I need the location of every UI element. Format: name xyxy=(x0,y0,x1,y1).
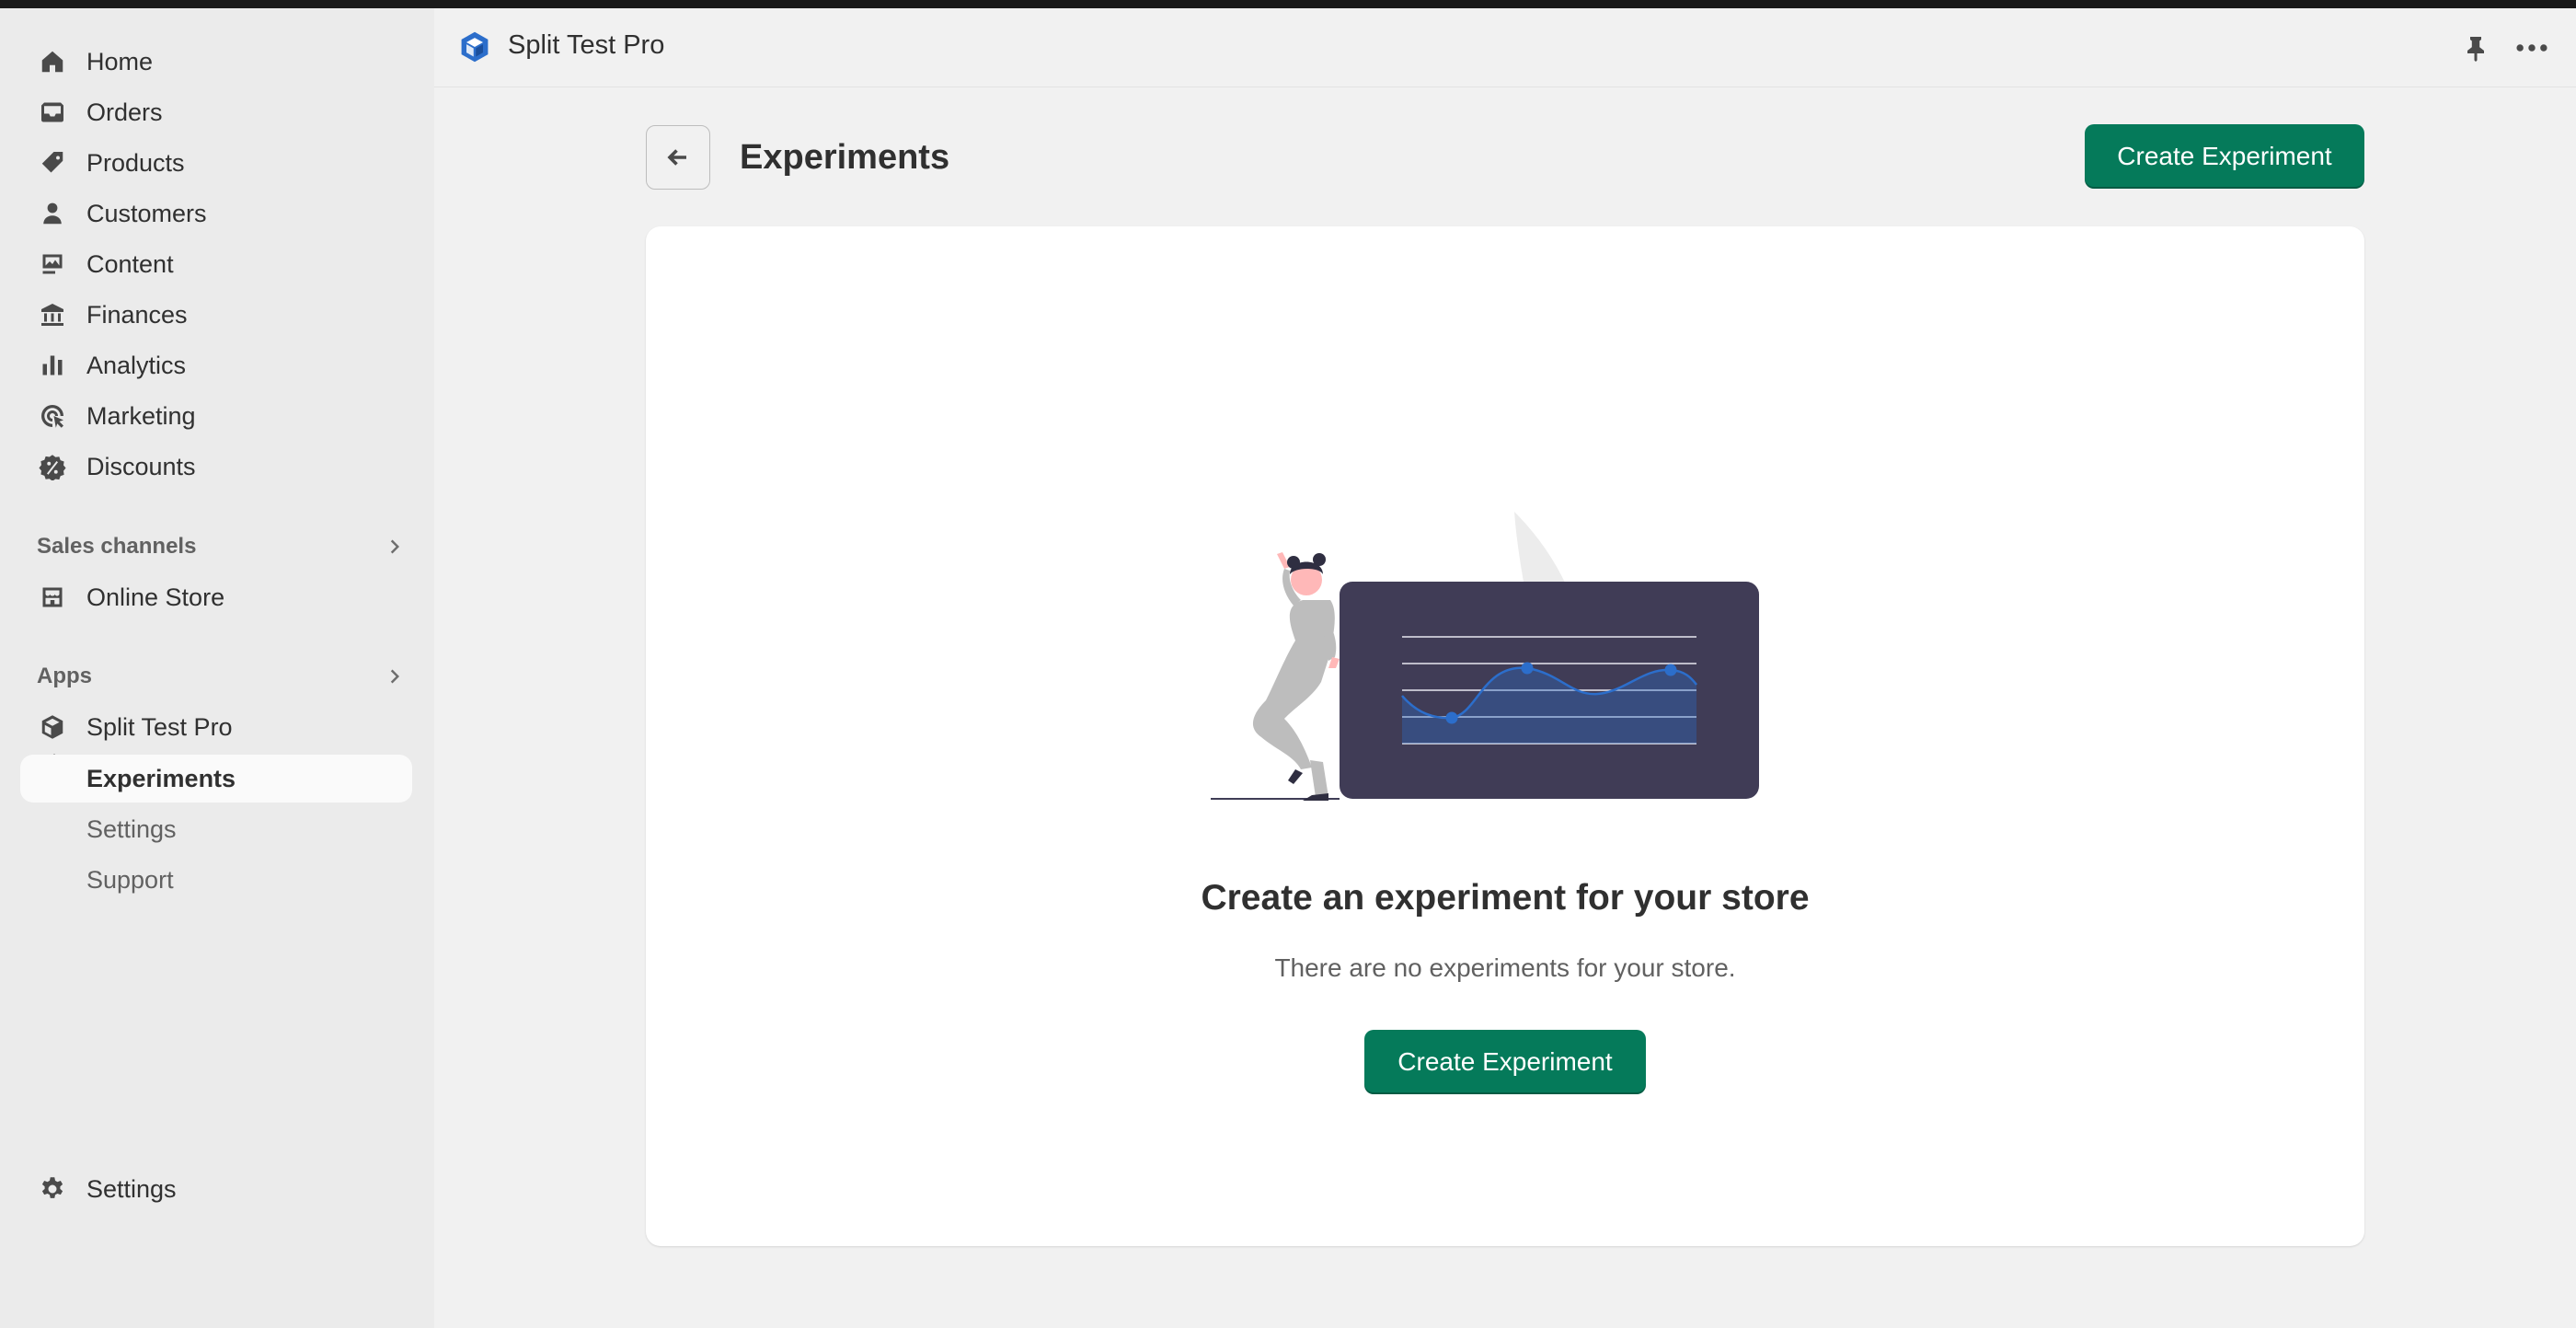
top-edge-bar xyxy=(0,0,2576,8)
empty-state-create-experiment-button[interactable]: Create Experiment xyxy=(1364,1030,1646,1094)
empty-state-heading: Create an experiment for your store xyxy=(1201,878,1810,918)
sidebar-item-label: Experiments xyxy=(86,764,236,792)
back-button[interactable] xyxy=(646,125,710,190)
app-title: Split Test Pro xyxy=(508,30,665,60)
apps-header[interactable]: Apps xyxy=(37,658,405,695)
app-cube-icon xyxy=(39,713,66,741)
sidebar-item-label: Analytics xyxy=(86,351,187,379)
gear-icon xyxy=(39,1175,66,1203)
sidebar-item-finances[interactable]: Finances xyxy=(20,291,412,339)
empty-state-illustration xyxy=(1211,512,1759,801)
target-icon xyxy=(39,402,66,430)
sidebar-subitem-support[interactable]: Support xyxy=(20,856,412,904)
discount-icon xyxy=(39,453,66,480)
tag-icon xyxy=(39,149,66,177)
sidebar-item-label: Settings xyxy=(86,1174,177,1203)
sidebar-item-label: Home xyxy=(86,47,154,75)
bar-chart-icon xyxy=(39,352,66,379)
sidebar-item-label: Orders xyxy=(86,98,163,126)
sidebar-item-label: Settings xyxy=(86,814,177,843)
inbox-icon xyxy=(39,98,66,126)
home-icon xyxy=(39,48,66,75)
sidebar-item-home[interactable]: Home xyxy=(20,38,412,86)
sidebar-item-analytics[interactable]: Analytics xyxy=(20,341,412,389)
sidebar-item-products[interactable]: Products xyxy=(20,139,412,187)
sidebar-item-label: Finances xyxy=(86,300,188,329)
sidebar-item-customers[interactable]: Customers xyxy=(20,190,412,237)
empty-state-card: Create an experiment for your store Ther… xyxy=(646,226,2364,1246)
sales-channels-header[interactable]: Sales channels xyxy=(37,528,405,565)
sidebar-item-label: Customers xyxy=(86,199,207,227)
sidebar-item-split-test-pro[interactable]: Split Test Pro xyxy=(20,703,412,751)
sidebar-subitem-settings[interactable]: Settings xyxy=(20,805,412,853)
bank-icon xyxy=(39,301,66,329)
sidebar-item-orders[interactable]: Orders xyxy=(20,88,412,136)
create-experiment-button[interactable]: Create Experiment xyxy=(2085,124,2364,189)
sales-channels-title: Sales channels xyxy=(37,534,197,559)
store-icon xyxy=(39,583,66,611)
sidebar-item-label: Discounts xyxy=(86,452,196,480)
app-cube-icon xyxy=(461,31,489,63)
apps-title: Apps xyxy=(37,664,92,688)
image-icon xyxy=(39,250,66,278)
sidebar-item-label: Content xyxy=(86,249,174,278)
app-header: Split Test Pro xyxy=(434,8,2576,87)
sidebar-subitem-experiments[interactable]: Experiments xyxy=(20,755,412,803)
sidebar-item-online-store[interactable]: Online Store xyxy=(20,573,412,621)
page-title: Experiments xyxy=(740,138,950,177)
sidebar-item-label: Support xyxy=(86,865,174,894)
sidebar: Home Orders Products Customers Content F… xyxy=(0,8,434,1328)
sidebar-item-discounts[interactable]: Discounts xyxy=(20,443,412,491)
sidebar-item-label: Online Store xyxy=(86,583,225,611)
more-horizontal-icon[interactable] xyxy=(2513,34,2550,62)
pin-icon[interactable] xyxy=(2462,34,2490,62)
sidebar-item-label: Split Test Pro xyxy=(86,712,233,741)
sidebar-item-label: Products xyxy=(86,148,185,177)
person-icon xyxy=(39,200,66,227)
arrow-left-icon xyxy=(667,149,686,166)
sidebar-item-label: Marketing xyxy=(86,401,196,430)
sidebar-item-settings[interactable]: Settings xyxy=(20,1165,412,1213)
sidebar-item-content[interactable]: Content xyxy=(20,240,412,288)
chevron-right-icon xyxy=(390,669,400,684)
chevron-right-icon xyxy=(390,539,400,554)
empty-state-description: There are no experiments for your store. xyxy=(1274,953,1736,982)
sidebar-item-marketing[interactable]: Marketing xyxy=(20,392,412,440)
